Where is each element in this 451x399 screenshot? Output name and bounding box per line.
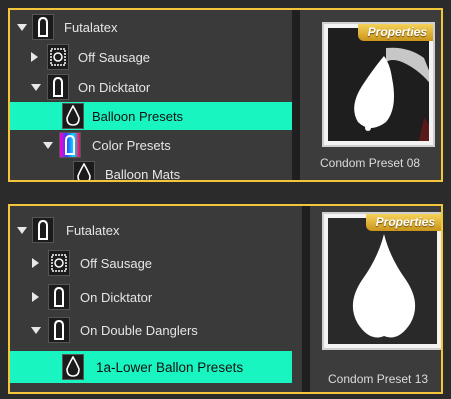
tree-item-color-presets[interactable]: Color Presets: [10, 131, 292, 159]
tree-item-label: Balloon Presets: [92, 108, 184, 124]
condom-icon: [32, 14, 54, 40]
tree-item-label: On Dicktator: [80, 289, 153, 305]
condom-icon: [47, 74, 69, 100]
expand-arrow-icon[interactable]: [31, 84, 41, 91]
tree-item-label: On Double Danglers: [80, 322, 198, 338]
preset-preview-area: Properties Condom Preset 08: [300, 10, 441, 180]
balloon-icon: [62, 354, 84, 380]
tree-item-label: 1a-Lower Ballon Presets: [96, 359, 244, 375]
expand-arrow-icon[interactable]: [32, 258, 39, 268]
panel-divider[interactable]: [292, 10, 300, 180]
preset-image: [328, 28, 429, 141]
tree-item-off-sausage[interactable]: Off Sausage: [10, 43, 292, 71]
preset-caption: Condom Preset 13: [328, 372, 429, 386]
tree-item-balloon-mats[interactable]: Balloon Mats: [10, 160, 292, 182]
tree-item-balloon-presets[interactable]: Balloon Presets: [10, 102, 292, 130]
expand-arrow-icon[interactable]: [32, 292, 39, 302]
preset-image: [328, 218, 437, 344]
preset-preview-area: Properties Condom Preset 13: [310, 206, 441, 392]
tree-item-on-dicktator[interactable]: On Dicktator: [10, 73, 292, 101]
preset-caption: Condom Preset 08: [320, 156, 421, 170]
tree-item-label: On Dicktator: [78, 79, 151, 95]
properties-badge[interactable]: Properties: [357, 24, 433, 41]
tree-item-futalatex[interactable]: Futalatex: [10, 13, 292, 41]
panel-divider[interactable]: [302, 206, 310, 392]
expand-arrow-icon[interactable]: [43, 142, 53, 149]
content-library-panel-bottom: Futalatex Off Sausage On Dicktator On Do…: [8, 204, 443, 394]
package-icon: [48, 250, 70, 276]
balloon-icon: [73, 161, 95, 180]
tree-item-off-sausage[interactable]: Off Sausage: [10, 249, 302, 277]
expand-arrow-icon[interactable]: [31, 327, 41, 334]
properties-badge[interactable]: Properties: [365, 214, 441, 231]
color-swatch-icon: [59, 132, 81, 158]
folder-tree: Futalatex Off Sausage On Dicktator Ballo…: [10, 10, 292, 180]
balloon-icon: [62, 103, 84, 129]
tree-item-label: Color Presets: [92, 137, 171, 153]
condom-icon: [48, 284, 70, 310]
preset-thumbnail[interactable]: Properties: [322, 22, 435, 147]
condom-icon: [32, 217, 54, 243]
tree-item-label: Off Sausage: [80, 255, 153, 271]
tree-item-on-dicktator[interactable]: On Dicktator: [10, 283, 302, 311]
tree-item-lower-ballon-presets[interactable]: 1a-Lower Ballon Presets: [10, 351, 292, 383]
tree-item-on-double-danglers[interactable]: On Double Danglers: [10, 316, 302, 344]
tree-item-futalatex[interactable]: Futalatex: [10, 216, 302, 244]
package-icon: [47, 44, 69, 70]
tree-item-label: Balloon Mats: [105, 166, 181, 182]
tree-item-label: Futalatex: [64, 19, 118, 35]
folder-tree: Futalatex Off Sausage On Dicktator On Do…: [10, 206, 302, 392]
condom-icon: [48, 317, 70, 343]
tree-item-label: Futalatex: [66, 222, 120, 238]
expand-arrow-icon[interactable]: [17, 227, 27, 234]
tree-item-label: Off Sausage: [78, 49, 151, 65]
preset-thumbnail[interactable]: Properties: [322, 212, 441, 350]
content-library-panel-top: Futalatex Off Sausage On Dicktator Ballo…: [8, 8, 443, 182]
expand-arrow-icon[interactable]: [17, 24, 27, 31]
expand-arrow-icon[interactable]: [31, 52, 38, 62]
